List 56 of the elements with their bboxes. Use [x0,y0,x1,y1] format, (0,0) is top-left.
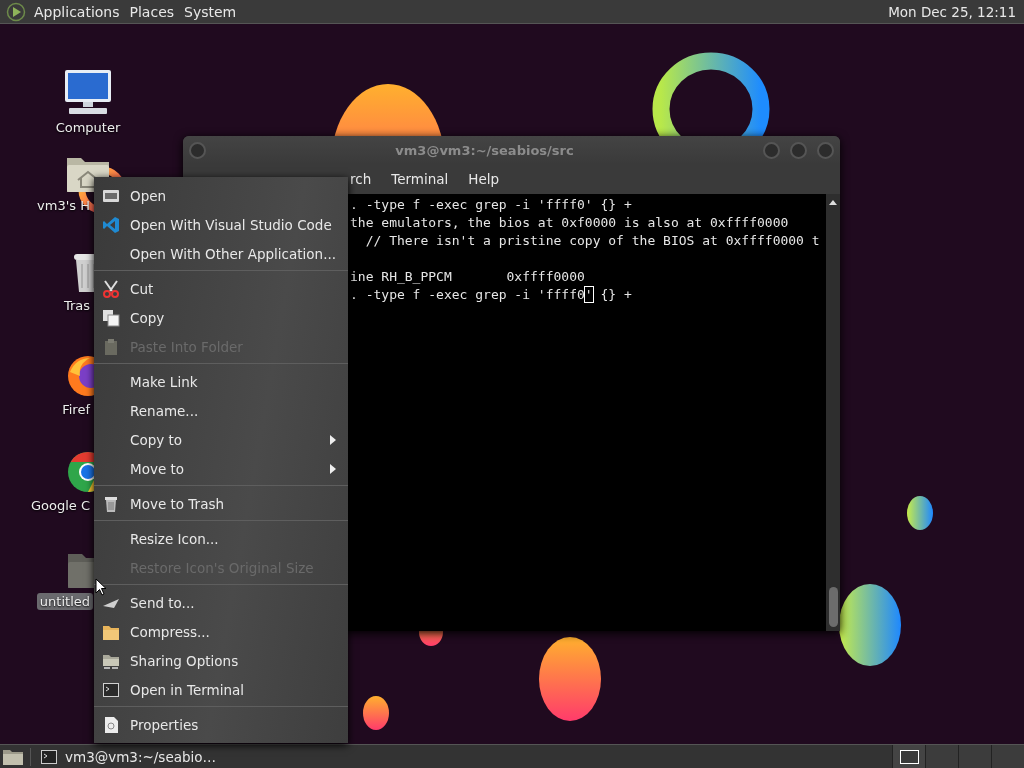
menu-item[interactable]: Compress... [94,617,348,646]
panel-menu[interactable]: Places [129,3,183,20]
submenu-arrow-icon [330,463,336,474]
code-editor-icon [102,215,120,234]
document-icon [102,715,120,734]
menu-item[interactable]: Rename... [94,396,348,425]
terminal-line: // There isn't a pristine copy of the BIOS at 0xffff0000 t [364,233,820,248]
scissors-icon [102,279,120,298]
menu-item[interactable]: Copy to [94,425,348,454]
clipboard-icon [102,337,120,356]
menu-item[interactable]: Sharing Options [94,646,348,675]
terminal-icon [102,680,120,699]
menu-item[interactable]: Move to [94,454,348,483]
copy-icon [102,308,120,327]
scroll-thumb[interactable] [828,587,838,627]
desktop-icon-label[interactable]: Firef [59,401,93,418]
menu-item[interactable]: Move to Trash [94,489,348,518]
workspace-switcher-cell[interactable] [892,745,925,768]
menu-item[interactable]: Resize Icon... [94,524,348,553]
panel-menu[interactable]: System [184,3,245,20]
monitor-icon[interactable] [63,68,113,116]
terminal-line: . -type f -exec grep -i 'ffff0' {} + [350,197,632,212]
scroll-up-icon[interactable] [828,198,838,206]
menu-logo-icon[interactable] [6,1,26,22]
submenu-arrow-icon [330,434,336,445]
trash-can-icon [102,494,120,513]
mouse-pointer-icon [95,578,107,596]
panel-menu[interactable]: Applications [34,3,128,20]
taskbar-button[interactable]: vm3@vm3:~/seabio… [41,745,225,768]
scrollbar[interactable] [826,194,840,631]
desktop-icon-label[interactable]: Tras [60,297,93,314]
desktop-icon-label[interactable]: Google C [27,497,93,514]
menu-item[interactable]: Send to... [94,588,348,617]
terminal-line: . -type f -exec grep -i 'ffff0' {} + [350,287,632,302]
terminal-line: ine RH_B_PPCM 0xffff0000 [350,269,585,284]
terminal-icon [41,749,57,764]
terminal-menu[interactable]: Help [468,171,500,187]
window-title: vm3@vm3:~/seabios/src [394,142,575,158]
workspace-switcher-cell[interactable] [958,745,991,768]
menu-item[interactable]: Open in Terminal [94,675,348,704]
workspace-switcher-cell[interactable] [925,745,958,768]
terminal-menu[interactable]: rch [350,171,372,187]
desktop-icon-label[interactable]: Computer [52,119,124,136]
menu-item[interactable]: Open With Visual Studio Code [94,210,348,239]
terminal-line: the emulators, the bios at 0xf0000 is also at 0xffff0000 [350,215,789,230]
menu-item[interactable]: Make Link [94,367,348,396]
terminal-menu[interactable]: Terminal [391,171,449,187]
show-desktop-icon[interactable] [2,747,24,766]
menu-item[interactable]: Open [94,181,348,210]
menu-item[interactable]: Cut [94,274,348,303]
menu-item[interactable]: Open With Other Application... [94,239,348,268]
clock[interactable]: Mon Dec 25, 12:11 [888,3,1016,20]
workspace-switcher-cell[interactable] [991,745,1024,768]
desktop-icon-label[interactable]: untitled [36,593,93,610]
menu-item[interactable]: Copy [94,303,348,332]
menu-item[interactable]: Properties [94,710,348,739]
